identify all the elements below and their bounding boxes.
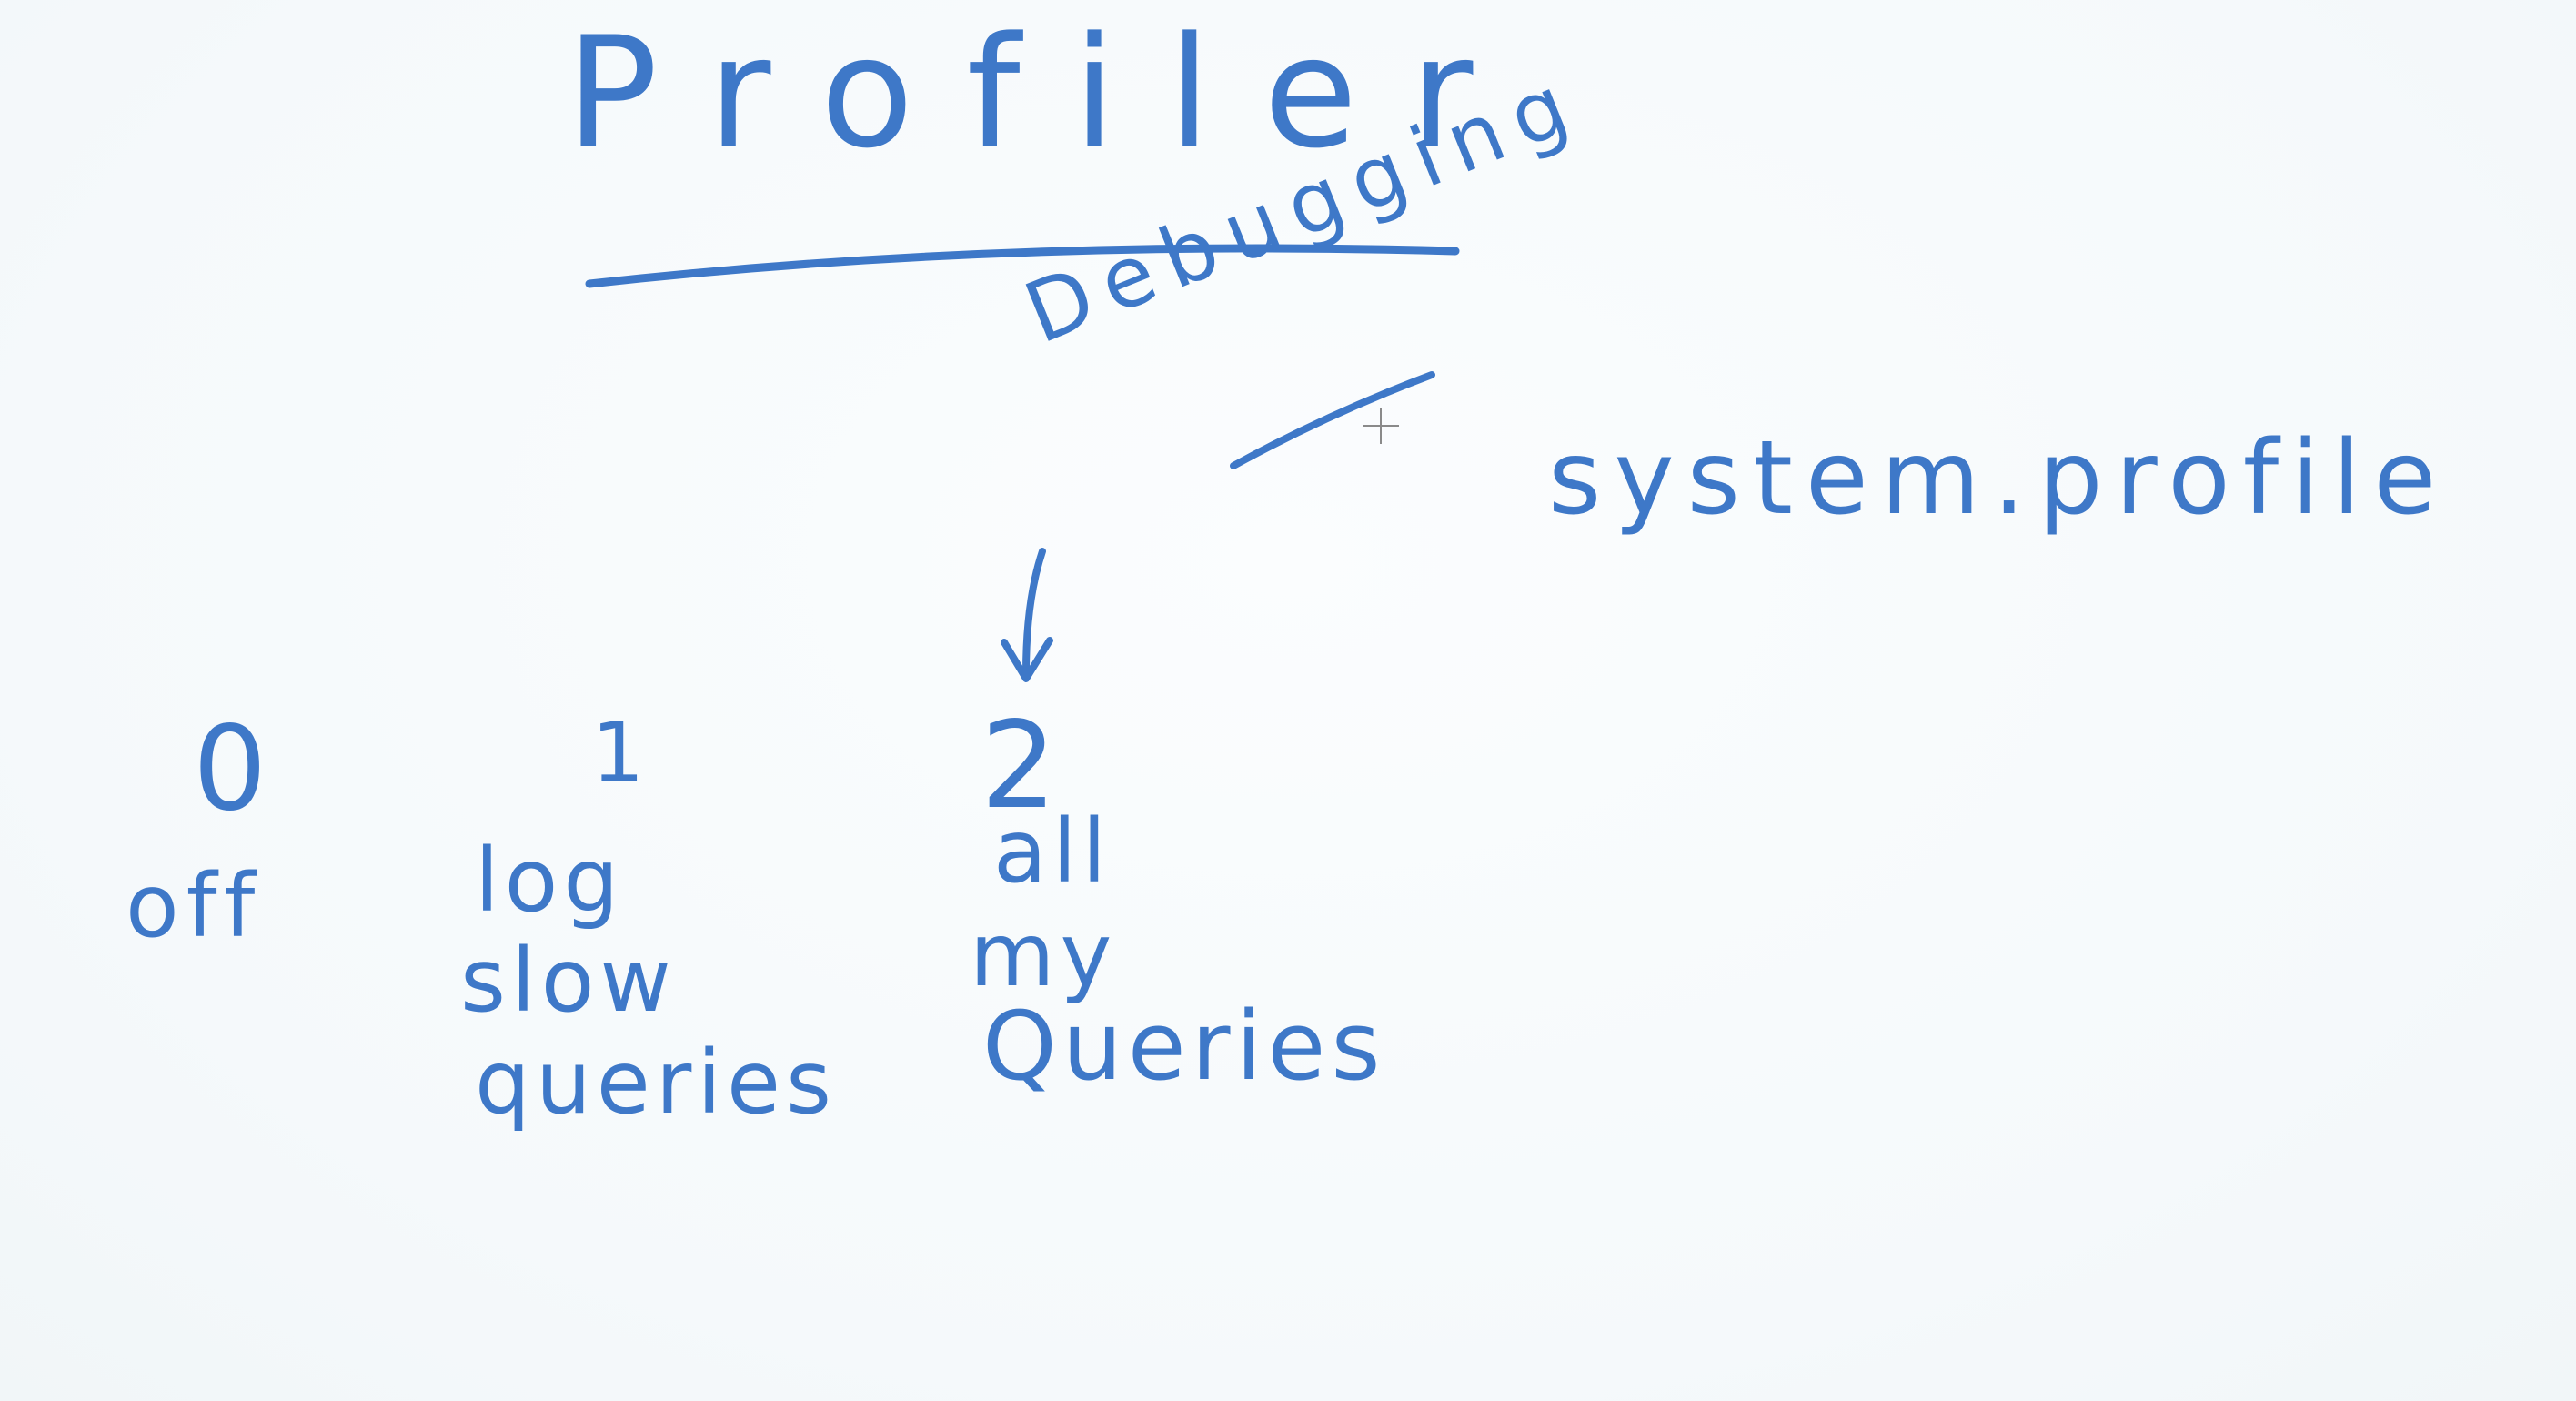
level-2-label-line-2: my	[970, 904, 1118, 1006]
level-0-number: 0	[193, 701, 267, 837]
whiteboard: Profiler Debugging system.profile 0 off …	[0, 0, 2576, 1401]
debugging-underline	[1230, 371, 1435, 469]
crosshair-cursor-icon	[1363, 408, 1399, 444]
level-2-label-line-1: all	[993, 801, 1112, 902]
level-0-label: off	[126, 855, 263, 957]
level-1-label-line-3: queries	[475, 1032, 838, 1134]
level-1-number: 1	[591, 704, 645, 801]
collection-name: system.profile	[1548, 419, 2450, 538]
level-1-label-line-2: slow	[460, 930, 677, 1032]
level-2-label-line-3: Queries	[982, 991, 1386, 1102]
level-1-label-line-1: log	[475, 830, 625, 932]
